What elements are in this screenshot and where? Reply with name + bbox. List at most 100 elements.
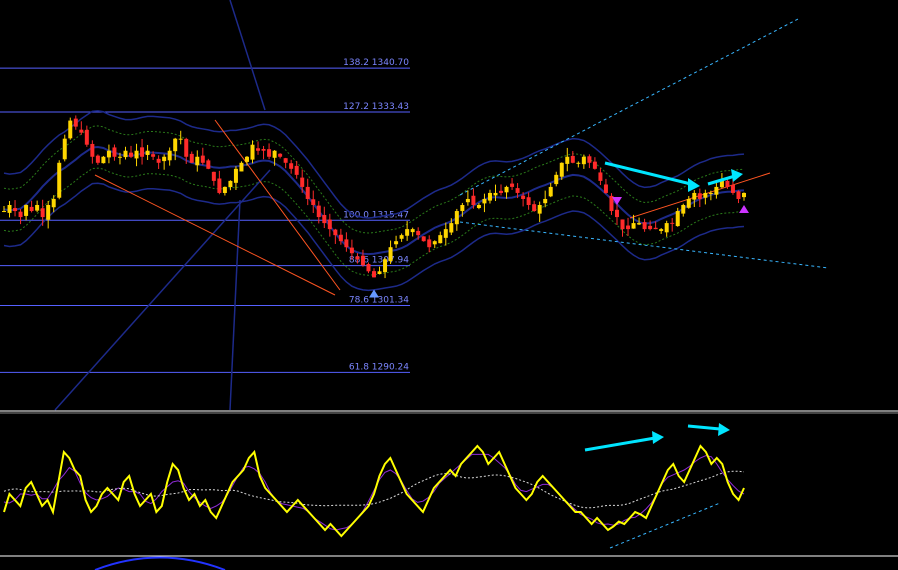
candle-body [129,152,134,157]
candle-body [145,150,150,155]
candle-body [620,219,625,230]
candle-body [123,150,128,158]
candle-body [184,138,189,157]
candle-body [162,156,167,162]
oscillator-main-line [3,444,745,538]
oscillator-trend-line [609,502,721,549]
candle-body [24,205,29,216]
candle-body [521,195,526,199]
candle-body [305,186,310,199]
candle-body [576,162,581,164]
candle-body [482,198,487,204]
candle-body [178,138,183,140]
candle-body [62,138,67,160]
candle-body [554,174,559,185]
candle-body [427,239,432,248]
candle-body [631,223,636,229]
candle-body [388,247,393,262]
candle-body [349,247,354,254]
candle-body [714,186,719,195]
chart-root: 138.2 1340.70 127.2 1333.43 100.0 1315.47 8… [0,0,898,570]
candle-body [537,205,542,214]
candle-body [626,225,631,230]
candle-body [416,230,421,236]
candle-body [697,193,702,199]
candle-body [598,172,603,181]
candle-body [372,271,376,278]
candle-body [79,129,84,133]
candle-body [267,149,272,157]
candle-body [703,192,708,198]
candle-body [526,197,531,205]
candle-body [515,188,520,193]
channel-line [54,169,271,411]
candle-body [730,184,735,193]
candle-body [338,234,343,242]
candle-body [742,192,746,198]
candle-body [493,192,498,196]
candle-body [2,211,6,213]
candle-body [670,222,675,224]
candle-body [449,223,454,233]
candle-body [559,162,564,177]
oscillator-signal-arrow [687,424,721,431]
candle-body [476,205,481,208]
fib-level-label: 127.2 1333.43 [343,102,409,112]
candle-body [256,148,261,151]
candle-body [250,144,255,160]
candle-body [29,206,34,212]
candle-body [222,186,227,193]
candle-body [195,156,200,166]
candle-body [355,256,360,260]
candle-body [664,223,669,233]
candle-body [316,205,321,218]
bottom-arc [94,556,226,570]
candle-body [272,150,277,158]
candle-body [681,205,686,214]
candle-body [603,184,608,193]
upper-envelope-line [3,110,745,219]
arrow-up-icon [739,205,749,214]
candle-body [460,205,465,212]
candle-body [614,209,619,218]
signal-arrow-head [731,169,743,182]
candle-body [84,129,89,145]
candle-body [504,186,509,193]
candle-body [35,205,40,211]
trend-line [214,119,341,291]
candle-body [725,180,730,187]
candle-body [543,198,548,204]
signal-arrow-head [688,178,700,192]
candle-body [101,156,106,164]
moving-average-line [3,146,745,256]
candle-body [217,178,222,193]
candle-body [51,198,56,208]
candle-body [344,239,349,248]
candle-body [692,192,697,200]
candle-body [68,120,73,139]
candle-body [487,192,492,201]
candle-body [140,147,145,157]
candle-body [454,211,459,225]
candle-body [73,118,78,127]
candle-body [294,165,299,175]
candle-body [592,161,597,169]
candle-body [410,229,415,233]
candle-body [244,156,249,162]
candle-body [377,271,382,275]
candle-body [708,192,713,194]
candle-body [510,183,515,187]
candle-body [394,241,399,245]
candle-body [117,156,122,158]
oscillator-signal-arrow-head [718,423,730,436]
candle-body [239,162,244,172]
candle-body [327,219,332,230]
candle-body [322,214,327,224]
channel-line [229,0,266,111]
fib-level-label: 138.2 1340.70 [343,58,409,68]
candle-body [156,158,161,163]
candle-body [653,227,658,230]
candle-body [189,153,194,163]
candle-body [499,190,504,193]
candle-body [642,222,647,230]
